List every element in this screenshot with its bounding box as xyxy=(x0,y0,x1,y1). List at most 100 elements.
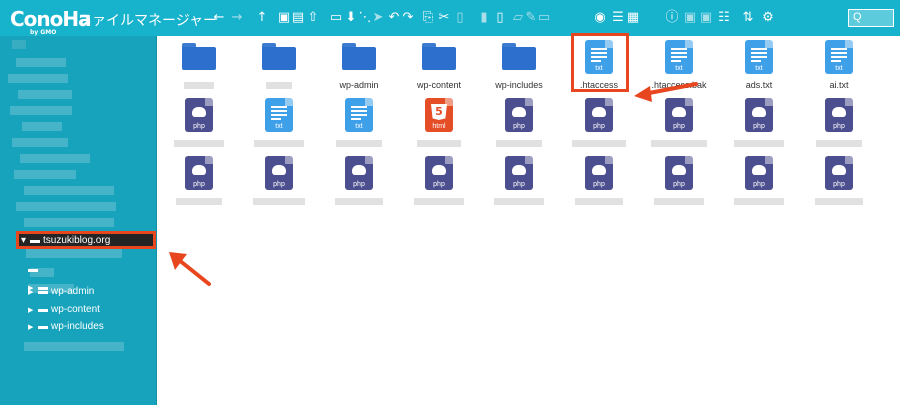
file-item[interactable]: wp-admin xyxy=(319,38,399,98)
file-type-tag: php xyxy=(593,123,605,130)
about-icon[interactable]: ▣ xyxy=(682,10,698,26)
tree-item-obscured[interactable] xyxy=(10,106,72,115)
txt-file-icon: txt xyxy=(825,40,853,74)
file-type-tag: php xyxy=(753,123,765,130)
pointer-arrow-icon xyxy=(634,82,698,102)
file-name-obscured xyxy=(414,198,464,205)
file-name-obscured xyxy=(575,198,623,205)
chevron-right-icon: ▶ xyxy=(28,307,34,314)
file-item[interactable]: php xyxy=(719,96,799,156)
paste-icon[interactable]: ▯ xyxy=(452,10,468,26)
php-file-icon: php xyxy=(265,156,293,190)
toolbar: ConoHa by GMO ファイルマネージャー ← → ↑ ▣ ▤ ⇧ ▭ ⬇ ⋱ ➤ ↶ ↷ ⎘ ✂ ▯… xyxy=(0,0,900,36)
php-file-icon: php xyxy=(425,156,453,190)
file-name-obscured xyxy=(654,198,704,205)
file-type-tag: php xyxy=(513,123,525,130)
file-type-tag: php xyxy=(513,181,525,188)
file-name-obscured xyxy=(266,82,292,89)
tree-item-obscured[interactable] xyxy=(14,170,76,179)
folder-icon xyxy=(502,43,536,70)
tree-item-obscured[interactable] xyxy=(8,74,68,83)
settings-icon[interactable]: ⚙ xyxy=(760,10,776,26)
list-icon[interactable]: ▦ xyxy=(625,10,641,26)
info-icon[interactable]: ☰ xyxy=(610,10,626,26)
up-icon[interactable]: ↑ xyxy=(254,10,270,26)
file-type-tag: php xyxy=(273,181,285,188)
file-item[interactable]: php xyxy=(559,154,639,214)
search-input[interactable]: Q xyxy=(848,9,894,27)
new-file-icon[interactable]: ▤ xyxy=(290,10,306,26)
brand-sub: by GMO xyxy=(30,29,57,36)
tree-item-selected[interactable]: ▾ ▬ tsuzukiblog.org xyxy=(16,231,156,249)
extract-archive-icon[interactable]: ☷ xyxy=(716,10,732,26)
file-item[interactable]: php xyxy=(639,154,719,214)
empty-icon[interactable]: ▯ xyxy=(492,10,508,26)
folder-icon: ▬ xyxy=(38,286,48,297)
php-file-icon: php xyxy=(505,156,533,190)
file-item[interactable]: php xyxy=(639,96,719,156)
chevron-down-icon: ▾ xyxy=(21,235,27,246)
php-file-icon: php xyxy=(345,156,373,190)
select-all-icon[interactable]: ▭ xyxy=(328,10,344,26)
file-item[interactable]: php xyxy=(159,154,239,214)
grid-icon[interactable]: ⓘ xyxy=(664,10,680,26)
tree-subfolder[interactable]: ▬ xyxy=(28,264,41,280)
file-item[interactable]: php xyxy=(479,96,559,156)
file-item[interactable]: php xyxy=(799,96,879,156)
tree-item-obscured[interactable] xyxy=(22,122,62,131)
tree-item-wp-content[interactable]: ▶ ▬ wp-content xyxy=(28,304,100,320)
tree-item-obscured[interactable] xyxy=(24,186,114,195)
forward-icon[interactable]: → xyxy=(229,10,245,26)
file-item[interactable]: 5 html xyxy=(399,96,479,156)
extract-icon[interactable]: ▭ xyxy=(536,10,552,26)
file-item[interactable] xyxy=(239,38,319,98)
file-item[interactable]: txt ai.txt xyxy=(799,38,879,98)
file-item[interactable]: txt xyxy=(239,96,319,156)
back-icon[interactable]: ← xyxy=(211,10,227,26)
sort-icon[interactable]: ⇅ xyxy=(740,10,756,26)
file-item[interactable]: php xyxy=(239,154,319,214)
tree-item-obscured[interactable] xyxy=(16,202,116,211)
file-item[interactable]: wp-content xyxy=(399,38,479,98)
file-name: ai.txt xyxy=(829,80,849,90)
cut-icon[interactable]: ✂ xyxy=(436,10,452,26)
file-item[interactable]: txt xyxy=(319,96,399,156)
file-item[interactable]: txt ads.txt xyxy=(719,38,799,98)
file-type-tag: php xyxy=(833,123,845,130)
file-item[interactable]: php xyxy=(159,96,239,156)
file-name-obscured xyxy=(184,82,214,89)
file-item[interactable]: php xyxy=(559,96,639,156)
tree-item-wp-admin[interactable]: ▶ ▬ wp-admin xyxy=(28,286,94,302)
file-item[interactable]: php xyxy=(319,154,399,214)
cursor-icon[interactable]: ➤ xyxy=(370,10,386,26)
file-item[interactable]: php xyxy=(719,154,799,214)
tree-item-obscured[interactable] xyxy=(20,154,90,163)
tree-item-obscured[interactable] xyxy=(24,218,114,227)
delete-icon[interactable]: ▮ xyxy=(476,10,492,26)
tree-item-obscured[interactable] xyxy=(12,40,26,49)
tree-item-obscured[interactable] xyxy=(16,58,66,67)
tree-item-obscured[interactable] xyxy=(24,342,124,351)
file-item[interactable]: php xyxy=(399,154,479,214)
file-type-tag: php xyxy=(593,181,605,188)
tree-item-obscured[interactable] xyxy=(12,138,68,147)
folder-open-icon: ▬ xyxy=(30,235,40,246)
tree-item-obscured[interactable] xyxy=(26,249,122,258)
html-file-icon: 5 html xyxy=(425,98,453,132)
upload-icon[interactable]: ⇧ xyxy=(305,10,321,26)
file-name-obscured xyxy=(815,198,863,205)
file-type-tag: txt xyxy=(355,123,363,130)
copy-icon[interactable]: ⎘ xyxy=(420,10,436,26)
file-item[interactable] xyxy=(159,38,239,98)
view-icon[interactable]: ◉ xyxy=(592,10,608,26)
file-type-tag: php xyxy=(433,181,445,188)
folder-icon xyxy=(422,43,456,70)
tree-item-obscured[interactable] xyxy=(18,90,72,99)
file-item[interactable]: php xyxy=(799,154,879,214)
sidebar: ▬ ▶ ▬ ▶ ▬ wp-admin ▶ ▬ wp-content ▶ ▬ wp-includ… xyxy=(0,36,157,405)
file-item[interactable]: wp-includes xyxy=(479,38,559,98)
redo-icon[interactable]: ↷ xyxy=(400,10,416,26)
archive-icon[interactable]: ▣ xyxy=(698,10,714,26)
file-item[interactable]: php xyxy=(479,154,559,214)
tree-item-wp-includes[interactable]: ▶ ▬ wp-includes xyxy=(28,321,104,337)
